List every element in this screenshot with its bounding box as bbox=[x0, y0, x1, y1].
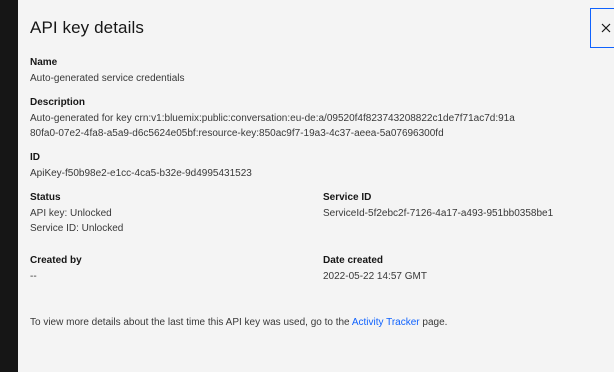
created-by-field: Created by -- bbox=[30, 254, 323, 284]
date-created-label: Date created bbox=[323, 255, 384, 266]
created-by-value: -- bbox=[30, 271, 37, 282]
status-service-id: Service ID: Unlocked bbox=[30, 223, 124, 234]
api-key-details-modal: API key details Name Auto-generated serv… bbox=[18, 0, 614, 372]
created-by-label: Created by bbox=[30, 255, 82, 266]
status-label: Status bbox=[30, 192, 61, 203]
close-button[interactable] bbox=[590, 8, 614, 48]
service-id-label: Service ID bbox=[323, 192, 372, 203]
name-label: Name bbox=[30, 57, 58, 68]
description-value-line2: 80fa0-07e2-4fa8-a5a9-d6c5624e05bf:resour… bbox=[30, 128, 444, 139]
activity-tracker-note: To view more details about the last time… bbox=[30, 316, 610, 330]
modal-content: Name Auto-generated service credentials … bbox=[30, 56, 610, 330]
close-icon bbox=[601, 23, 610, 33]
status-api-key: API key: Unlocked bbox=[30, 208, 112, 219]
service-id-value: ServiceId-5f2ebc2f-7126-4a17-a493-951bb0… bbox=[323, 208, 554, 219]
name-value: Auto-generated service credentials bbox=[30, 73, 185, 84]
description-value-line1: Auto-generated for key crn:v1:bluemix:pu… bbox=[30, 113, 515, 124]
modal-header: API key details bbox=[30, 18, 144, 38]
id-value: ApiKey-f50b98e2-e1cc-4ca5-b32e-9d4995431… bbox=[30, 168, 252, 179]
description-field: Description Auto-generated for key crn:v… bbox=[30, 96, 610, 141]
activity-tracker-link[interactable]: Activity Tracker bbox=[352, 317, 420, 328]
service-id-field: Service ID ServiceId-5f2ebc2f-7126-4a17-… bbox=[323, 191, 610, 236]
created-row: Created by -- Date created 2022-05-22 14… bbox=[30, 254, 610, 294]
footnote-text-after: page. bbox=[419, 317, 448, 328]
date-created-value: 2022-05-22 14:57 GMT bbox=[323, 271, 427, 282]
id-label: ID bbox=[30, 152, 40, 163]
description-label: Description bbox=[30, 97, 86, 108]
footnote-text-before: To view more details about the last time… bbox=[30, 317, 352, 328]
id-field: ID ApiKey-f50b98e2-e1cc-4ca5-b32e-9d4995… bbox=[30, 151, 610, 181]
name-field: Name Auto-generated service credentials bbox=[30, 56, 610, 86]
status-service-row: Status API key: Unlocked Service ID: Unl… bbox=[30, 191, 610, 246]
status-field: Status API key: Unlocked Service ID: Unl… bbox=[30, 191, 323, 236]
date-created-field: Date created 2022-05-22 14:57 GMT bbox=[323, 254, 610, 284]
modal-title: API key details bbox=[30, 18, 144, 37]
